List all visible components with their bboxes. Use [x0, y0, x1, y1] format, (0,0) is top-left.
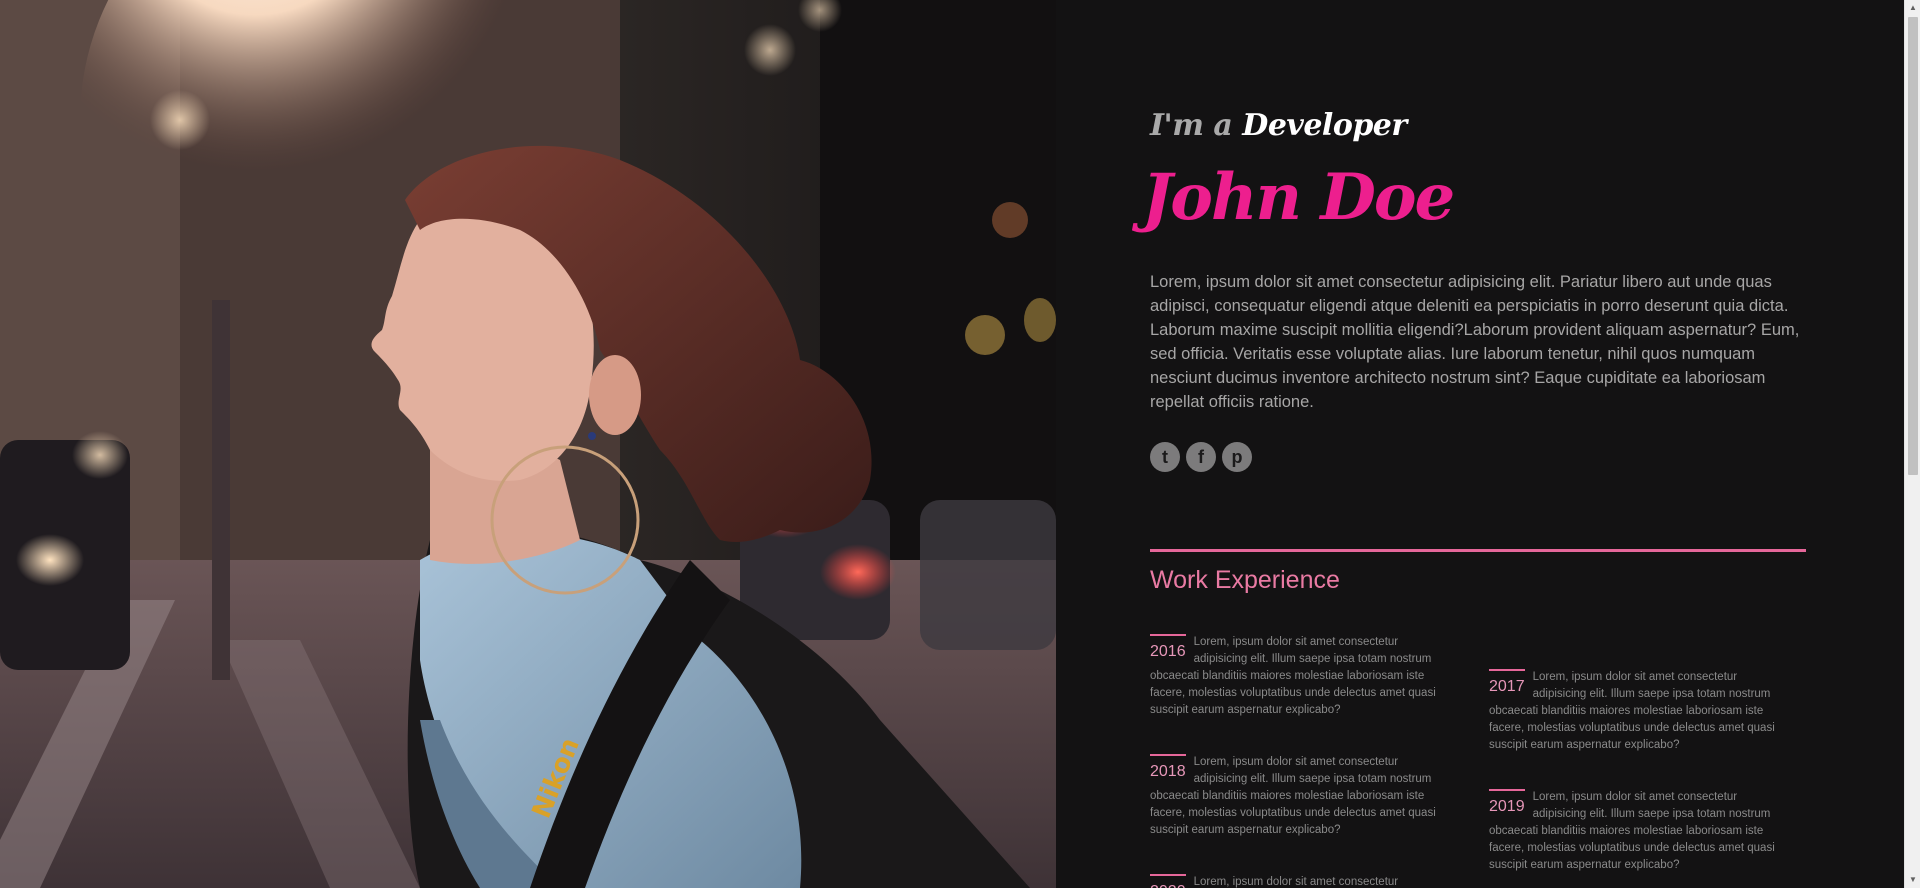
scroll-up-arrow-icon[interactable]: ▲: [1905, 0, 1920, 16]
experience-year: 2018: [1150, 754, 1186, 780]
portfolio-page: Nikon I'm a Developer John Doe Lorem, ip…: [0, 0, 1920, 888]
scroll-thumb[interactable]: [1908, 17, 1918, 475]
experience-entry: 2016 Lorem, ipsum dolor sit amet consect…: [1150, 634, 1452, 719]
experience-entry: 2020 Lorem, ipsum dolor sit amet consect…: [1150, 874, 1452, 888]
hero-photo-illustration: Nikon: [0, 0, 1056, 888]
hero-photo: Nikon: [0, 0, 1056, 888]
profile-panel: I'm a Developer John Doe Lorem, ipsum do…: [1056, 0, 1904, 888]
experience-year: 2016: [1150, 634, 1186, 660]
experience-year: 2019: [1489, 789, 1525, 815]
experience-text: Lorem, ipsum dolor sit amet consectetur …: [1150, 636, 1436, 716]
experience-year: 2020: [1150, 874, 1186, 888]
page-scrollbar[interactable]: ▲ ▼: [1904, 0, 1920, 888]
experience-text: Lorem, ipsum dolor sit amet consectetur …: [1489, 671, 1775, 751]
experience-text: Lorem, ipsum dolor sit amet consectetur …: [1150, 756, 1436, 836]
experience-text: Lorem, ipsum dolor sit amet consectetur …: [1489, 791, 1775, 871]
experience-entry: 2019 Lorem, ipsum dolor sit amet consect…: [1489, 789, 1791, 874]
experience-year: 2017: [1489, 669, 1525, 695]
scroll-down-arrow-icon[interactable]: ▼: [1905, 872, 1920, 888]
experience-entry: 2017 Lorem, ipsum dolor sit amet consect…: [1489, 669, 1791, 754]
experience-entry: 2018 Lorem, ipsum dolor sit amet consect…: [1150, 754, 1452, 839]
experience-text: Lorem, ipsum dolor sit amet consectetur: [1193, 876, 1399, 888]
experience-timeline: 2016 Lorem, ipsum dolor sit amet consect…: [1150, 0, 1830, 888]
